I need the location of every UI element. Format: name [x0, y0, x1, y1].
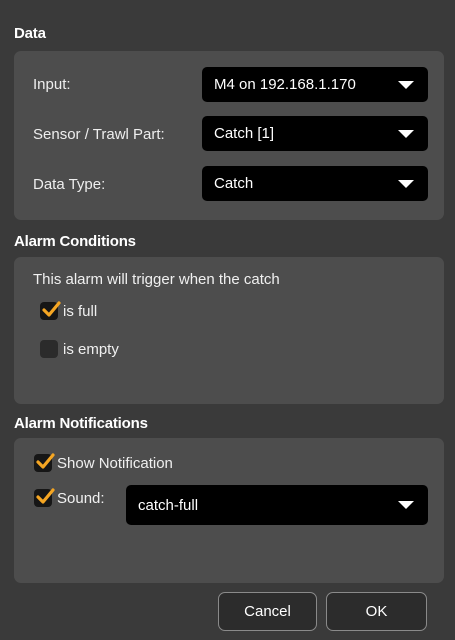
show-notification-checkbox[interactable]: Show Notification: [34, 453, 173, 472]
sound-dropdown[interactable]: catch-full: [126, 485, 428, 525]
checkbox-box[interactable]: [34, 453, 55, 472]
is-full-label: is full: [63, 302, 98, 320]
sensor-label: Sensor / Trawl Part:: [33, 126, 165, 143]
sound-dropdown-value: catch-full: [138, 496, 199, 514]
conditions-description: This alarm will trigger when the catch: [33, 271, 280, 288]
checkmark-icon: [36, 453, 55, 469]
input-label: Input:: [33, 76, 71, 93]
data-type-label: Data Type:: [33, 176, 106, 193]
input-dropdown-value: M4 on 192.168.1.170: [214, 76, 356, 93]
checkbox-box[interactable]: [40, 340, 58, 358]
is-empty-label: is empty: [63, 340, 119, 358]
chevron-down-icon: [398, 129, 414, 138]
data-type-dropdown[interactable]: Catch: [202, 166, 428, 201]
checkmark-icon: [42, 301, 61, 317]
input-dropdown[interactable]: M4 on 192.168.1.170: [202, 67, 428, 102]
checkbox-box[interactable]: [34, 488, 55, 507]
chevron-down-icon: [398, 501, 414, 509]
data-section-title: Data: [14, 25, 46, 42]
is-empty-checkbox[interactable]: is empty: [40, 340, 119, 358]
is-full-checkbox[interactable]: is full: [40, 301, 98, 320]
checkmark-icon: [36, 488, 55, 504]
sound-label: Sound:: [57, 489, 105, 507]
cancel-button[interactable]: Cancel: [218, 592, 317, 631]
conditions-section-title: Alarm Conditions: [14, 233, 136, 250]
show-notification-label: Show Notification: [57, 454, 173, 472]
chevron-down-icon: [398, 179, 414, 188]
sensor-dropdown-value: Catch [1]: [214, 125, 275, 142]
sound-checkbox[interactable]: Sound:: [34, 488, 105, 507]
checkbox-box[interactable]: [40, 301, 61, 320]
chevron-down-icon: [398, 80, 414, 89]
notifications-section-title: Alarm Notifications: [14, 415, 148, 432]
sensor-dropdown[interactable]: Catch [1]: [202, 116, 428, 151]
data-type-dropdown-value: Catch: [214, 175, 254, 192]
ok-button[interactable]: OK: [326, 592, 427, 631]
